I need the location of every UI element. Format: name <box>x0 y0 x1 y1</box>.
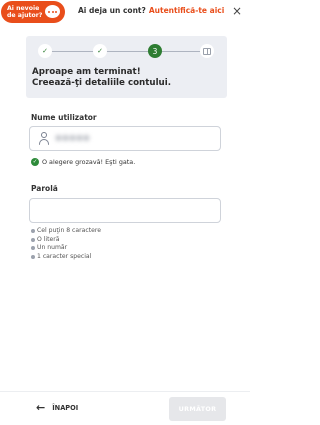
page-title-line-2: Creează-ţi detaliile contului. <box>32 78 172 88</box>
password-rules: Cel puţin 8 caractere O literă Un număr … <box>31 227 101 261</box>
login-prompt: Ai deja un cont? Autentifică-te aici <box>78 6 224 15</box>
password-rule-text: 1 caracter special <box>37 252 92 260</box>
page-title: Aproape am terminat! Creează-ţi detaliil… <box>32 67 171 89</box>
step-number: 3 <box>152 46 158 56</box>
password-rule: Cel puţin 8 caractere <box>31 227 101 236</box>
password-label: Parolă <box>31 184 58 193</box>
password-rule-text: O literă <box>37 235 60 243</box>
bullet-icon <box>31 254 35 259</box>
back-button[interactable]: ← ÎNAPOI <box>36 401 79 414</box>
bullet-icon <box>31 246 35 251</box>
check-circle-icon: ✓ <box>31 158 39 166</box>
next-button[interactable]: URMĂTOR <box>169 397 226 421</box>
close-icon[interactable]: × <box>232 4 242 18</box>
username-field[interactable]: ●●●●● <box>29 126 221 151</box>
username-label: Nume utilizator <box>31 113 97 122</box>
login-link[interactable]: Autentifică-te aici <box>149 6 224 15</box>
progress-panel: ✓ ✓ 3 Aproape am terminat! Creează-ţi de… <box>26 36 227 98</box>
username-valid-text: O alegere grozavă! Eşti gata. <box>42 158 136 166</box>
check-icon: ✓ <box>42 47 48 55</box>
password-rule-text: Cel puţin 8 caractere <box>37 227 101 234</box>
help-button-label: Ai nevoie de ajutor? <box>7 5 43 19</box>
step-3-current: 3 <box>148 44 162 58</box>
back-button-label: ÎNAPOI <box>52 404 79 412</box>
username-valid-message: ✓ O alegere grozavă! Eşti gata. <box>31 158 135 166</box>
check-icon: ✓ <box>97 47 103 55</box>
account-question: Ai deja un cont? <box>78 6 146 15</box>
gift-icon <box>203 47 211 55</box>
chat-bubble-icon <box>45 5 60 18</box>
username-value: ●●●●● <box>55 133 90 142</box>
step-2-done: ✓ <box>93 44 107 58</box>
user-icon <box>39 132 49 145</box>
page-title-line-1: Aproape am terminat! <box>32 67 141 77</box>
bullet-icon <box>31 237 35 242</box>
password-rule: Un număr <box>31 244 101 253</box>
top-bar: Ai nevoie de ajutor? Ai deja un cont? Aut… <box>0 0 250 26</box>
bullet-icon <box>31 229 35 234</box>
password-field[interactable] <box>29 198 221 223</box>
progress-stepper: ✓ ✓ 3 <box>38 44 214 58</box>
password-rule: 1 caracter special <box>31 253 101 262</box>
help-button[interactable]: Ai nevoie de ajutor? <box>1 1 65 23</box>
password-rule: O literă <box>31 236 101 245</box>
stepper-line <box>46 50 206 52</box>
arrow-left-icon: ← <box>36 401 46 414</box>
step-1-done: ✓ <box>38 44 52 58</box>
footer-divider <box>0 391 250 392</box>
password-rule-text: Un număr <box>37 244 68 251</box>
step-4-upcoming <box>200 44 214 58</box>
